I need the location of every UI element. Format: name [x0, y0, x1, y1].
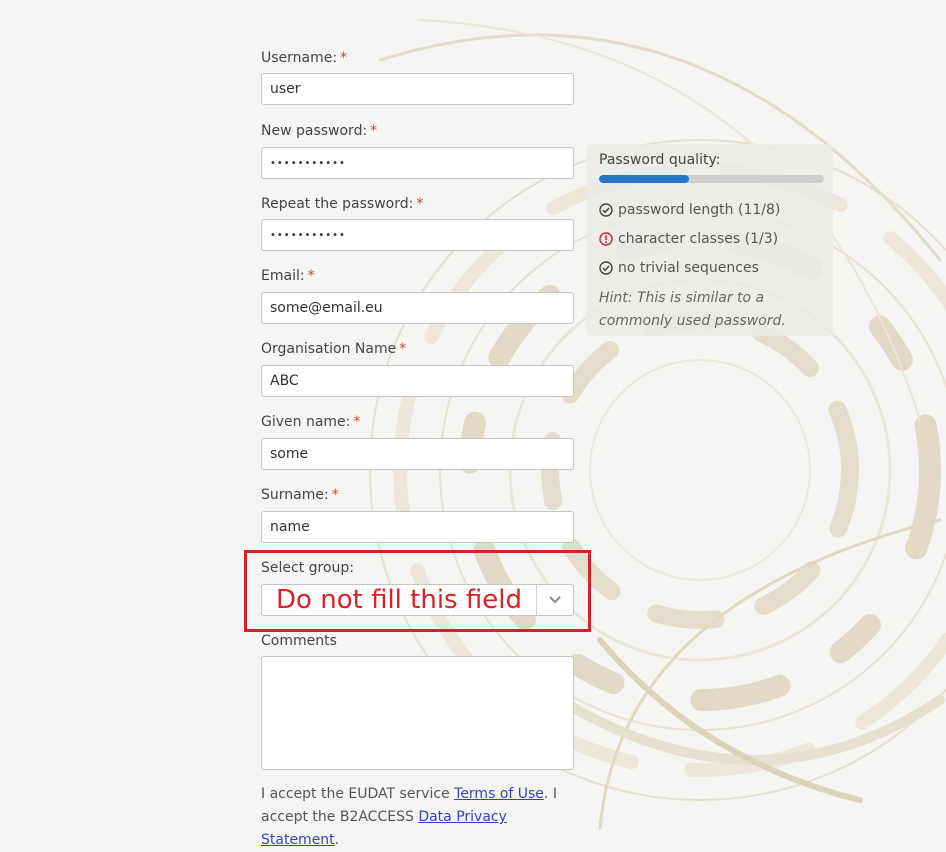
- exclamation-circle-icon: [599, 232, 613, 246]
- repeat-password-input[interactable]: •••••••••••: [261, 219, 574, 251]
- check-circle-icon: [599, 261, 613, 275]
- check-trivial-sequences: no trivial sequences: [599, 260, 759, 276]
- comments-label: Comments: [261, 633, 337, 649]
- password-quality-fill: [599, 175, 689, 183]
- password-quality-panel: Password quality: password length (11/8)…: [586, 144, 833, 336]
- username-input[interactable]: user: [261, 73, 574, 105]
- annotation-highlight-box: [244, 550, 591, 632]
- repeat-password-label: Repeat the password: *: [261, 196, 424, 212]
- given-name-label: Given name: *: [261, 414, 361, 430]
- username-label: Username: *: [261, 50, 348, 66]
- terms-of-use-link[interactable]: Terms of Use: [454, 786, 544, 802]
- surname-label: Surname: *: [261, 487, 339, 503]
- check-password-length: password length (11/8): [599, 202, 780, 218]
- given-name-input[interactable]: some: [261, 438, 574, 470]
- password-quality-title: Password quality:: [599, 152, 721, 168]
- email-label: Email: *: [261, 268, 315, 284]
- terms-statement: I accept the EUDAT service Terms of Use.…: [261, 786, 557, 848]
- new-password-input[interactable]: •••••••••••: [261, 147, 574, 179]
- new-password-label: New password: *: [261, 123, 378, 139]
- organisation-input[interactable]: ABC: [261, 365, 574, 397]
- check-circle-icon: [599, 203, 613, 217]
- password-hint: Hint: This is similar to a commonly used…: [599, 290, 786, 329]
- check-character-classes: character classes (1/3): [599, 231, 778, 247]
- comments-textarea[interactable]: [261, 656, 574, 770]
- surname-input[interactable]: name: [261, 511, 574, 543]
- email-input[interactable]: some@email.eu: [261, 292, 574, 324]
- organisation-label: Organisation Name *: [261, 341, 407, 357]
- password-quality-bar: [599, 175, 824, 183]
